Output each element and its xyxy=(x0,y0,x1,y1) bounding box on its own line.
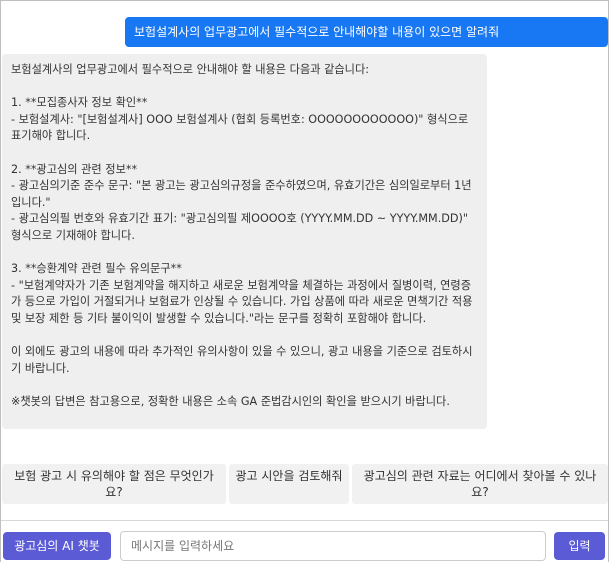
chat-messages: 보험설계사의 업무광고에서 필수적으로 안내해야할 내용이 있으면 알려줘 보험… xyxy=(2,2,608,517)
suggestion-review-draft[interactable]: 광고 시안을 검토해줘 xyxy=(229,464,349,504)
suggestion-ad-precautions[interactable]: 보험 광고 시 유의해야 할 점은 무엇인가요? xyxy=(2,464,226,504)
input-bar: 광고심의 AI 챗봇 입력 xyxy=(1,520,608,562)
message-input[interactable] xyxy=(120,531,546,561)
send-button[interactable]: 입력 xyxy=(554,532,605,560)
bot-message: 보험설계사의 업무광고에서 필수적으로 안내해야 할 내용은 다음과 같습니다:… xyxy=(2,54,487,429)
user-message: 보험설계사의 업무광고에서 필수적으로 안내해야할 내용이 있으면 알려줘 xyxy=(125,17,608,47)
suggested-questions: 보험 광고 시 유의해야 할 점은 무엇인가요? 광고 시안을 검토해줘 광고심… xyxy=(2,464,608,505)
suggestion-find-materials[interactable]: 광고심의 관련 자료는 어디에서 찾아볼 수 있나요? xyxy=(352,464,608,504)
chat-window: 보험설계사의 업무광고에서 필수적으로 안내해야할 내용이 있으면 알려줘 보험… xyxy=(0,0,609,562)
bot-name-button[interactable]: 광고심의 AI 챗봇 xyxy=(3,532,111,560)
